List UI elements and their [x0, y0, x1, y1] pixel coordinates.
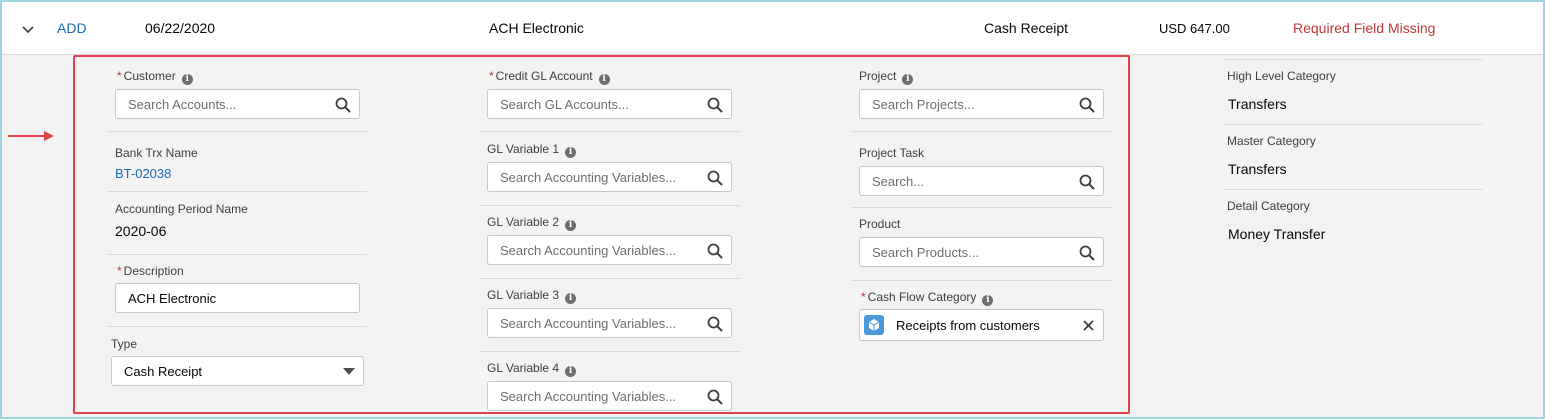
project-task-input[interactable]: Search... [859, 166, 1104, 196]
divider [480, 205, 740, 206]
master-category-label: Master Category [1227, 134, 1316, 148]
cash-flow-label: * Cash Flow Category i [861, 290, 994, 306]
type-select[interactable]: Cash Receipt [111, 356, 364, 386]
search-icon [1079, 245, 1095, 261]
close-icon[interactable] [1083, 320, 1094, 331]
search-icon [1079, 97, 1095, 113]
divider [108, 191, 367, 192]
info-icon[interactable]: i [181, 74, 193, 85]
search-icon [335, 97, 351, 113]
row-description: ACH Electronic [489, 20, 584, 36]
chevron-down-icon[interactable] [22, 24, 34, 34]
search-icon [707, 97, 723, 113]
divider [108, 326, 367, 327]
gl-variable-4-label: GL Variable 4i [487, 361, 577, 377]
pointer-arrow-icon [8, 131, 54, 141]
row-date: 06/22/2020 [145, 20, 216, 36]
info-icon[interactable]: i [598, 74, 610, 85]
master-category-value: Transfers [1228, 161, 1287, 177]
gl-variable-1-input[interactable]: Search Accounting Variables... [487, 162, 732, 192]
project-task-label: Project Task [859, 146, 925, 160]
caret-down-icon [343, 368, 355, 375]
info-icon[interactable]: i [982, 295, 994, 306]
cash-flow-pill[interactable]: Receipts from customers [859, 309, 1104, 341]
project-label: Project i [859, 69, 914, 85]
divider [1223, 124, 1483, 125]
description-field[interactable]: ACH Electronic [115, 283, 360, 313]
description-label: * Description [117, 264, 184, 278]
detail-category-value: Money Transfer [1228, 226, 1326, 242]
divider [1223, 59, 1483, 60]
high-level-category-value: Transfers [1228, 96, 1287, 112]
divider [480, 351, 740, 352]
product-label: Product [859, 217, 901, 231]
credit-gl-search-input[interactable]: Search GL Accounts... [487, 89, 732, 119]
customer-search-input[interactable]: Search Accounts... [115, 89, 360, 119]
cash-flow-value: Receipts from customers [896, 318, 1040, 333]
customer-label: * Customer i [117, 69, 193, 85]
divider [852, 131, 1112, 132]
period-value: 2020-06 [115, 223, 167, 239]
divider [852, 207, 1112, 208]
info-icon[interactable]: i [565, 366, 577, 377]
search-icon [707, 170, 723, 186]
divider [480, 278, 740, 279]
info-icon[interactable]: i [565, 293, 577, 304]
record-row-header: ADD 06/22/2020 ACH Electronic Cash Recei… [2, 2, 1543, 55]
divider [480, 131, 740, 132]
row-type: Cash Receipt [984, 20, 1069, 36]
gl-variable-3-label: GL Variable 3i [487, 288, 577, 304]
divider [108, 254, 367, 255]
divider [852, 280, 1112, 281]
gl-variable-2-label: GL Variable 2i [487, 215, 577, 231]
product-search-input[interactable]: Search Products... [859, 237, 1104, 267]
gl-variable-4-input[interactable]: Search Accounting Variables... [487, 381, 732, 411]
divider [1223, 189, 1483, 190]
info-icon[interactable]: i [565, 220, 577, 231]
type-label: Type [111, 337, 138, 351]
row-status: Required Field Missing [1293, 20, 1436, 36]
gl-variable-1-label: GL Variable 1i [487, 142, 577, 158]
gl-variable-2-input[interactable]: Search Accounting Variables... [487, 235, 732, 265]
project-search-input[interactable]: Search Projects... [859, 89, 1104, 119]
credit-gl-label: * Credit GL Account i [489, 69, 610, 85]
search-icon [1079, 174, 1095, 190]
bank-trx-link[interactable]: BT-02038 [115, 166, 171, 181]
detail-category-label: Detail Category [1227, 199, 1310, 213]
row-amount: USD 647.00 [1159, 21, 1230, 36]
info-icon[interactable]: i [565, 147, 577, 158]
bank-trx-label: Bank Trx Name [115, 146, 198, 160]
search-icon [707, 243, 723, 259]
cash-flow-category-icon [864, 315, 884, 335]
divider [108, 131, 367, 132]
period-label: Accounting Period Name [115, 202, 248, 216]
gl-variable-3-input[interactable]: Search Accounting Variables... [487, 308, 732, 338]
record-row-frame: ADD 06/22/2020 ACH Electronic Cash Recei… [0, 0, 1545, 419]
search-icon [707, 316, 723, 332]
action-link[interactable]: ADD [57, 20, 87, 36]
search-icon [707, 389, 723, 405]
high-level-category-label: High Level Category [1227, 69, 1336, 83]
info-icon[interactable]: i [902, 74, 914, 85]
